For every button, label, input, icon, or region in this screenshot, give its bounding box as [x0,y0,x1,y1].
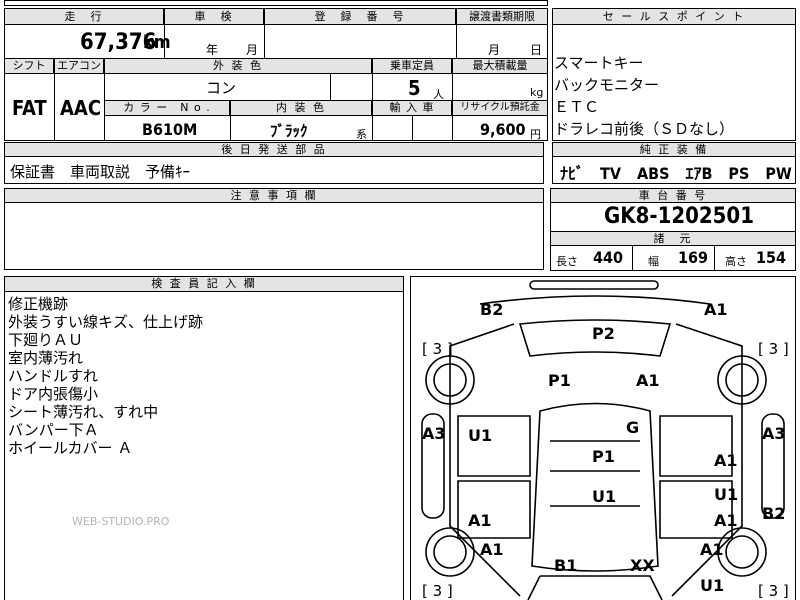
inspection-year: 年 [206,43,219,57]
tire-mark: [ 3 ] [758,340,789,358]
watermark: WEB-STUDIO.PRO [72,515,170,528]
recycle-header: リサイクル預託金 [452,100,548,116]
front-left-door [457,415,531,477]
transfer-month: 月 [488,43,501,57]
chassis-value: GK8-1202501 [604,204,754,229]
damage-label: A3 [422,424,446,443]
front-bumper-shape [529,280,659,290]
sales-point-item: スマートキー [554,54,644,72]
registration-header: 登 録 番 号 [264,8,456,25]
capacity-value: 5 [408,76,421,100]
car-diagram: [ 3 ] [ 3 ] [ 3 ] [ 3 ] B2 A1 P2 P1 A1 A… [421,280,789,600]
top-strip [4,0,548,6]
damage-label: G [626,418,639,437]
damage-label: U1 [700,576,724,595]
recycle-value: 9,600 [480,120,526,139]
length-label: 長さ [556,255,578,268]
aircon-value: AAC [60,96,102,120]
inspector-header: 検 査 員 記 入 欄 [4,276,404,292]
damage-label: U1 [592,487,616,506]
transfer-header: 譲渡書類期限 [456,8,548,25]
damage-label: A1 [714,511,738,530]
tire-mark: [ 3 ] [422,582,453,600]
shift-header: シフト [4,58,54,74]
damage-label: A1 [700,540,724,559]
color-no-header: カ ラ ー N o . [104,100,230,116]
sales-point-item: バックモニター [554,76,660,94]
genuine-equipment-value: ﾅﾋﾞ TV ABS ｴｱB PS PW [560,164,792,183]
damage-label: P1 [548,371,571,390]
damage-label: B2 [762,504,785,523]
damage-label: A1 [480,540,504,559]
exterior-color-header: 外 装 色 [104,58,372,74]
aircon-header: エアコン [54,58,104,74]
inspection-month: 月 [246,43,259,57]
color-no-value: B610M [142,120,198,139]
recycle-unit: 円 [530,128,541,141]
chassis-header: 車 台 番 号 [550,188,796,203]
height-value: 154 [756,248,787,267]
inspection-header: 車 検 [164,8,264,25]
width-label: 幅 [648,255,659,268]
genuine-equipment-header: 純 正 装 備 [552,142,796,157]
sales-point-item: ＥＴＣ [554,98,600,116]
damage-label: P1 [592,447,615,466]
tire-mark: [ 3 ] [422,340,453,358]
max-load-header: 最大積載量 [452,58,548,74]
notes-box [4,202,544,270]
transfer-day: 日 [530,43,543,57]
damage-label: A1 [468,511,492,530]
damage-label: A1 [704,300,728,319]
damage-label: P2 [592,324,615,343]
width-value: 169 [678,248,709,267]
damage-label: A3 [762,424,786,443]
rear-window-shape [527,575,663,600]
max-load-unit: kg [530,86,544,99]
length-value: 440 [593,248,624,267]
shift-value: FAT [12,96,47,120]
damage-label: U1 [714,485,738,504]
later-parts-header: 後 日 発 送 部 品 [4,142,544,157]
damage-label: XX [630,556,655,575]
sales-point-item: ドラレコ前後（ＳＤなし） [554,120,735,138]
dimensions-header: 諸 元 [550,231,796,246]
later-parts-value: 保証書 車両取説 予備ｷｰ [10,163,191,181]
tire-mark: [ 3 ] [758,582,789,600]
interior-color-suffix: 系 [356,128,367,141]
inspector-line: ホイールカバー Ａ [8,439,133,457]
damage-label: U1 [468,426,492,445]
notes-header: 注 意 事 項 欄 [4,188,544,203]
mileage-header: 走 行 [4,8,164,25]
capacity-header: 乗車定員 [372,58,452,74]
damage-label: B2 [480,300,503,319]
height-label: 高さ [725,255,747,268]
interior-color-value: ﾌﾞﾗｯｸ [270,122,308,140]
import-header: 輸 入 車 [372,100,452,116]
damage-label: A1 [714,451,738,470]
hood-top-shape [479,295,711,305]
sales-points-header: セ ー ル ス ポ イ ン ト [552,8,796,25]
damage-label: A1 [636,371,660,390]
damage-label: B1 [554,556,577,575]
mileage-unit: km [143,32,171,53]
exterior-color-value: コン [206,79,237,97]
interior-color-header: 内 装 色 [230,100,372,116]
